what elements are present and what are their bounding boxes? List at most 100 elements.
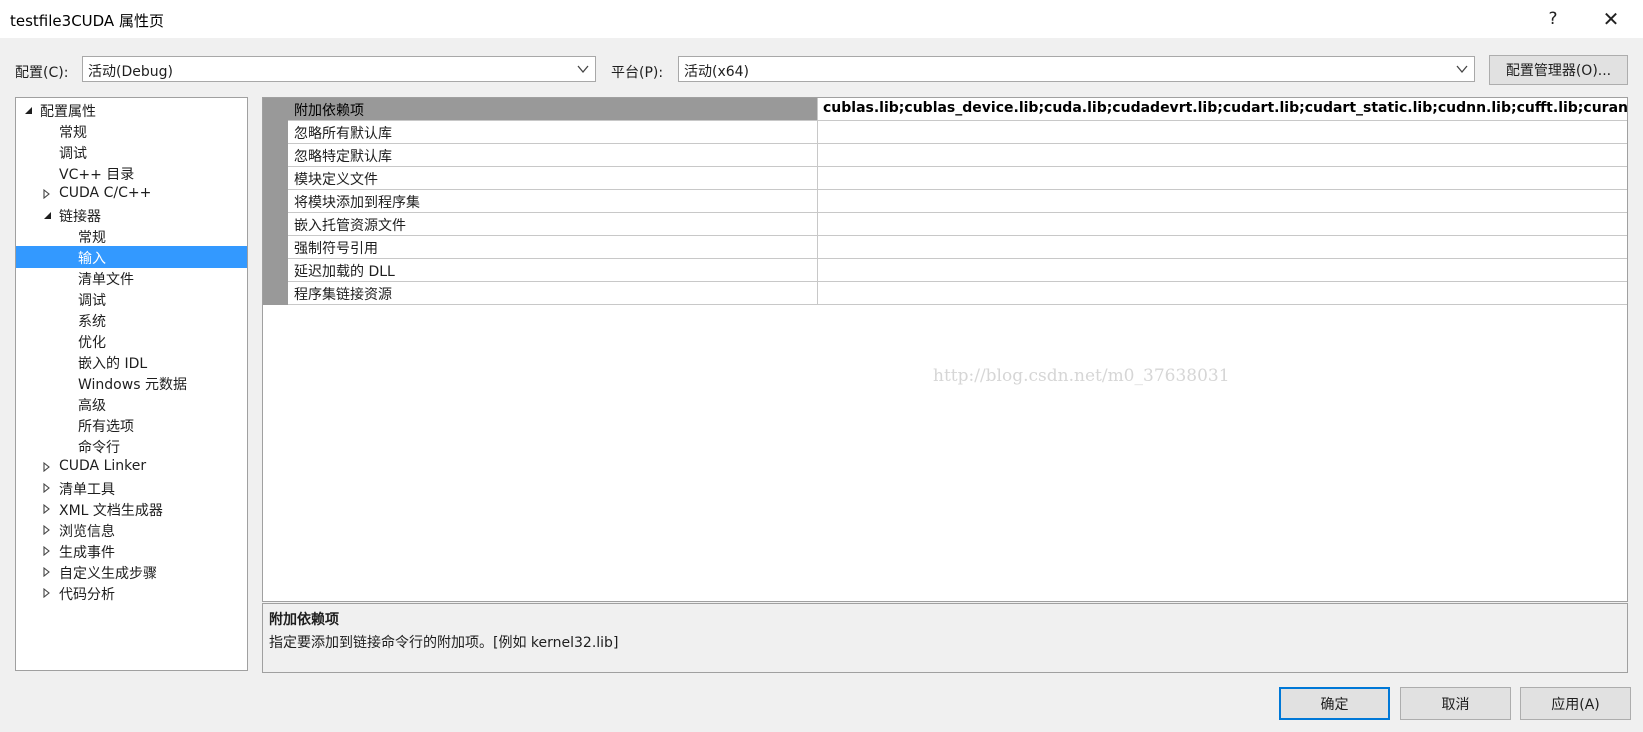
tree-item[interactable]: 清单文件: [16, 267, 247, 289]
description-title: 附加依赖项: [269, 612, 339, 628]
collapsed-triangle-icon[interactable]: [41, 565, 53, 579]
tree-item[interactable]: 所有选项: [16, 414, 247, 436]
tree-item[interactable]: 高级: [16, 393, 247, 415]
description-panel: 附加依赖项 指定要添加到链接命令行的附加项。[例如 kernel32.lib]: [262, 603, 1628, 673]
tree-item[interactable]: XML 文档生成器: [16, 498, 247, 520]
tree-item-label: 自定义生成步骤: [59, 566, 157, 582]
tree-item-label: 输入: [78, 251, 106, 267]
tree-item[interactable]: 系统: [16, 309, 247, 331]
tree-item[interactable]: 自定义生成步骤: [16, 561, 247, 583]
tree-item[interactable]: Windows 元数据: [16, 372, 247, 394]
tree-item[interactable]: 清单工具: [16, 477, 247, 499]
property-value[interactable]: [819, 167, 1627, 191]
collapsed-triangle-icon[interactable]: [41, 460, 53, 474]
property-row[interactable]: 模块定义文件: [288, 167, 1627, 191]
collapsed-triangle-icon[interactable]: [41, 523, 53, 537]
tree-item-label: 嵌入的 IDL: [78, 356, 148, 372]
tree-item-label: 代码分析: [59, 587, 115, 603]
tree-item-label: 清单工具: [59, 482, 115, 498]
collapsed-triangle-icon[interactable]: [41, 586, 53, 600]
property-value[interactable]: [819, 236, 1627, 260]
collapsed-triangle-icon[interactable]: [41, 187, 53, 201]
grid-gutter: [263, 98, 288, 305]
ok-button[interactable]: 确定: [1279, 687, 1390, 720]
chevron-down-icon: [1456, 63, 1468, 79]
tree-item[interactable]: CUDA C/C++: [16, 183, 247, 205]
tree-item-label: 常规: [59, 125, 87, 141]
property-name: 将模块添加到程序集: [288, 190, 818, 212]
property-row[interactable]: 延迟加载的 DLL: [288, 259, 1627, 283]
collapsed-triangle-icon[interactable]: [41, 481, 53, 495]
config-select[interactable]: 活动(Debug): [82, 56, 596, 82]
collapsed-triangle-icon[interactable]: [41, 544, 53, 558]
config-select-value: 活动(Debug): [88, 64, 173, 80]
expanded-triangle-icon[interactable]: [41, 208, 53, 222]
property-name: 延迟加载的 DLL: [288, 259, 818, 281]
property-value[interactable]: [819, 121, 1627, 145]
property-name: 忽略所有默认库: [288, 121, 818, 143]
tree-item[interactable]: 代码分析: [16, 582, 247, 604]
property-grid: 附加依赖项 cublas.lib;cublas_device.lib;cuda.l…: [262, 97, 1628, 602]
property-row[interactable]: 嵌入托管资源文件: [288, 213, 1627, 237]
tree-item-label: 优化: [78, 335, 106, 351]
property-row[interactable]: 忽略特定默认库: [288, 144, 1627, 168]
tree-item[interactable]: VC++ 目录: [16, 162, 247, 184]
apply-button[interactable]: 应用(A): [1520, 687, 1631, 720]
property-value[interactable]: [819, 144, 1627, 168]
property-value[interactable]: [819, 213, 1627, 237]
window-title: testfile3CUDA 属性页: [10, 12, 164, 30]
property-name: 忽略特定默认库: [288, 144, 818, 166]
cancel-button[interactable]: 取消: [1400, 687, 1511, 720]
property-value[interactable]: [819, 259, 1627, 283]
property-row[interactable]: 附加依赖项 cublas.lib;cublas_device.lib;cuda.l…: [288, 98, 1627, 122]
property-row[interactable]: 将模块添加到程序集: [288, 190, 1627, 214]
tree-item[interactable]: 浏览信息: [16, 519, 247, 541]
tree-item[interactable]: 配置属性: [16, 99, 247, 121]
property-value[interactable]: cublas.lib;cublas_device.lib;cuda.lib;cu…: [819, 98, 1627, 122]
tree-item-label: 清单文件: [78, 272, 134, 288]
tree-item-label: 高级: [78, 398, 106, 414]
tree-item[interactable]: CUDA Linker: [16, 456, 247, 478]
tree-item[interactable]: 常规: [16, 120, 247, 142]
config-label: 配置(C):: [15, 65, 69, 81]
property-row[interactable]: 忽略所有默认库: [288, 121, 1627, 145]
property-name: 模块定义文件: [288, 167, 818, 189]
property-value[interactable]: [819, 190, 1627, 214]
tree-item[interactable]: 输入: [16, 246, 247, 268]
tree-item-label: 链接器: [59, 209, 101, 225]
tree-item[interactable]: 生成事件: [16, 540, 247, 562]
tree-item[interactable]: 常规: [16, 225, 247, 247]
property-name: 附加依赖项: [288, 98, 818, 120]
tree-item-label: 浏览信息: [59, 524, 115, 540]
close-button[interactable]: ✕: [1588, 0, 1634, 38]
config-manager-button[interactable]: 配置管理器(O)...: [1489, 55, 1628, 85]
tree-item-label: 配置属性: [40, 104, 96, 120]
expanded-triangle-icon[interactable]: [22, 103, 34, 117]
property-row[interactable]: 程序集链接资源: [288, 282, 1627, 306]
tree-item-label: Windows 元数据: [78, 377, 187, 393]
platform-label: 平台(P):: [611, 65, 664, 81]
help-button[interactable]: ?: [1530, 0, 1576, 38]
watermark: http://blog.csdn.net/m0_37638031: [933, 366, 1230, 386]
tree-item[interactable]: 调试: [16, 288, 247, 310]
property-name: 程序集链接资源: [288, 282, 818, 304]
description-text: 指定要添加到链接命令行的附加项。[例如 kernel32.lib]: [269, 635, 619, 651]
tree-item-label: 所有选项: [78, 419, 134, 435]
tree-item[interactable]: 优化: [16, 330, 247, 352]
tree-item-label: VC++ 目录: [59, 167, 135, 183]
tree-item[interactable]: 嵌入的 IDL: [16, 351, 247, 373]
property-value[interactable]: [819, 282, 1627, 306]
tree-item-label: CUDA Linker: [59, 458, 147, 474]
tree-item-label: XML 文档生成器: [59, 503, 163, 519]
platform-select-value: 活动(x64): [684, 64, 750, 80]
property-name: 嵌入托管资源文件: [288, 213, 818, 235]
tree-item-label: 系统: [78, 314, 106, 330]
tree-item[interactable]: 调试: [16, 141, 247, 163]
collapsed-triangle-icon[interactable]: [41, 502, 53, 516]
platform-select[interactable]: 活动(x64): [678, 56, 1475, 82]
property-row[interactable]: 强制符号引用: [288, 236, 1627, 260]
tree-item-label: 生成事件: [59, 545, 115, 561]
tree-item[interactable]: 链接器: [16, 204, 247, 226]
tree-item[interactable]: 命令行: [16, 435, 247, 457]
tree-item-label: 常规: [78, 230, 106, 246]
